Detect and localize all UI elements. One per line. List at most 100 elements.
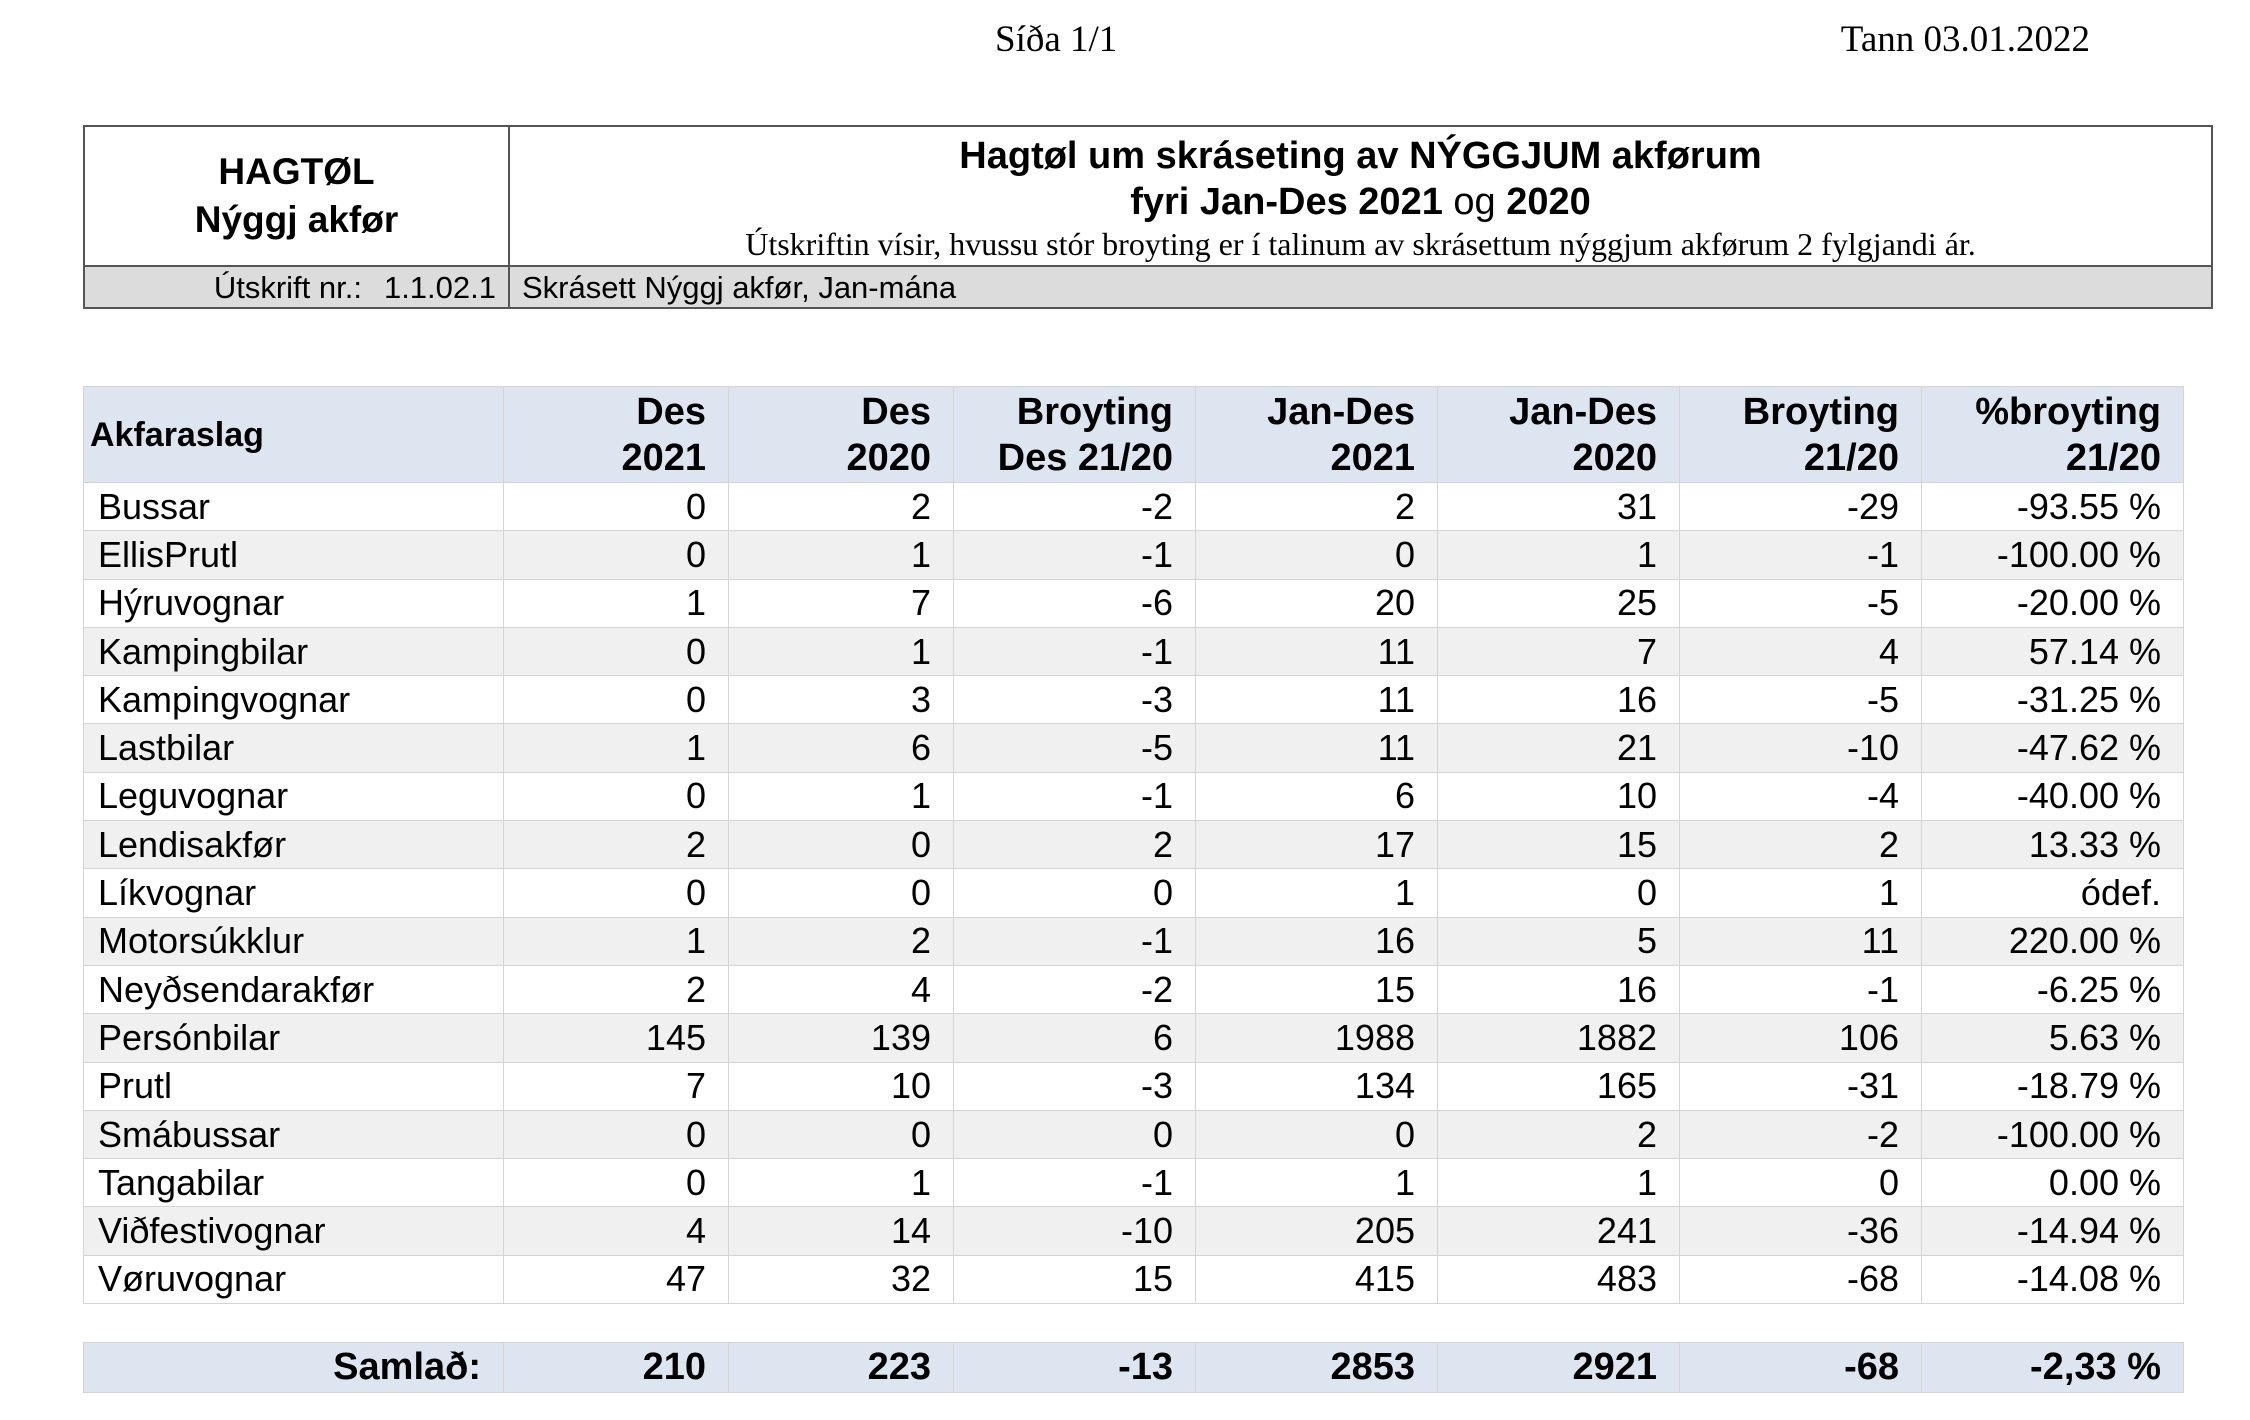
value-cell: 31 bbox=[1437, 481, 1680, 532]
value-cell: -100.00 % bbox=[1921, 530, 2184, 580]
value-cell: 1 bbox=[1679, 868, 1922, 918]
table-body: Bussar 0 2 -2 2 31 -29 -93.55 % EllisPrutl 0 1 -1 0 1… bbox=[83, 481, 2184, 1305]
vehicle-type-cell: Tangabilar bbox=[83, 1158, 504, 1208]
value-cell: 16 bbox=[1195, 916, 1438, 966]
value-cell: 2 bbox=[503, 820, 729, 870]
value-cell: 0 bbox=[1437, 868, 1680, 918]
value-cell: -14.08 % bbox=[1921, 1254, 2184, 1305]
column-header-line1: Broyting bbox=[1016, 390, 1173, 433]
value-cell: 1 bbox=[728, 626, 954, 677]
value-cell: 10 bbox=[728, 1061, 954, 1111]
value-cell: 0 bbox=[503, 1158, 729, 1208]
value-cell: -100.00 % bbox=[1921, 1109, 2184, 1160]
total-value: -68 bbox=[1679, 1342, 1922, 1393]
value-cell: 11 bbox=[1195, 675, 1438, 725]
value-cell: -1 bbox=[953, 626, 1196, 677]
report-header: HAGTØL Nýggj akfør Hagtøl um skráseting … bbox=[83, 125, 2213, 309]
table-row: Motorsúkklur 1 2 -1 16 5 11 220.00 % bbox=[83, 916, 2184, 966]
value-cell: 7 bbox=[728, 578, 954, 628]
total-label: Samlað: bbox=[83, 1342, 504, 1393]
value-cell: 0 bbox=[503, 868, 729, 918]
value-cell: 1 bbox=[728, 771, 954, 822]
column-header-line2: 21/20 bbox=[2065, 436, 2161, 479]
total-value: -2,33 % bbox=[1921, 1342, 2184, 1393]
value-cell: 165 bbox=[1437, 1061, 1680, 1111]
table-row: Smábussar 0 0 0 0 2 -2 -100.00 % bbox=[83, 1109, 2184, 1160]
report-title-line1: Hagtøl um skráseting av NÝGGJUM akførum bbox=[959, 135, 1762, 177]
value-cell: -1 bbox=[1679, 964, 1922, 1015]
value-cell: ódef. bbox=[1921, 868, 2184, 918]
value-cell: 6 bbox=[953, 1013, 1196, 1063]
table-row: Leguvognar 0 1 -1 6 10 -4 -40.00 % bbox=[83, 771, 2184, 822]
vehicle-type-cell: Vøruvognar bbox=[83, 1254, 504, 1305]
value-cell: 1 bbox=[728, 1158, 954, 1208]
vehicle-type-cell: EllisPrutl bbox=[83, 530, 504, 580]
value-cell: 0 bbox=[728, 1109, 954, 1160]
value-cell: -40.00 % bbox=[1921, 771, 2184, 822]
value-cell: -10 bbox=[1679, 723, 1922, 773]
value-cell: -36 bbox=[1679, 1206, 1922, 1256]
vehicle-type-cell: Smábussar bbox=[83, 1109, 504, 1160]
value-cell: -1 bbox=[953, 1158, 1196, 1208]
value-cell: -6 bbox=[953, 578, 1196, 628]
value-cell: 16 bbox=[1437, 964, 1680, 1015]
value-cell: 13.33 % bbox=[1921, 820, 2184, 870]
value-cell: 2 bbox=[1437, 1109, 1680, 1160]
value-cell: 47 bbox=[503, 1254, 729, 1305]
value-cell: -29 bbox=[1679, 481, 1922, 532]
value-cell: 25 bbox=[1437, 578, 1680, 628]
value-cell: 1 bbox=[503, 723, 729, 773]
vehicle-registration-table: Akfaraslag Des 2021 Des 2020 Broyting Des 21/2… bbox=[83, 386, 2184, 1305]
value-cell: -5 bbox=[953, 723, 1196, 773]
value-cell: 10 bbox=[1437, 771, 1680, 822]
report-title-block: Hagtøl um skráseting av NÝGGJUM akførum … bbox=[510, 127, 2211, 265]
value-cell: 0 bbox=[953, 1109, 1196, 1160]
value-cell: 14 bbox=[728, 1206, 954, 1256]
report-description: Útskriftin vísir, hvussu stór broyting e… bbox=[745, 226, 1976, 262]
column-header-line1: Des bbox=[861, 390, 931, 433]
table-row: Viðfestivognar 4 14 -10 205 241 -36 -14.94 % bbox=[83, 1206, 2184, 1256]
table-row: Persónbilar 145 139 6 1988 1882 106 5.63 % bbox=[83, 1013, 2184, 1063]
vehicle-type-cell: Leguvognar bbox=[83, 771, 504, 822]
value-cell: 0 bbox=[503, 530, 729, 580]
column-header-line2: 2021 bbox=[1330, 436, 1415, 479]
value-cell: -4 bbox=[1679, 771, 1922, 822]
value-cell: -31.25 % bbox=[1921, 675, 2184, 725]
value-cell: 483 bbox=[1437, 1254, 1680, 1305]
column-header: %broyting 21/20 bbox=[1921, 386, 2184, 483]
value-cell: 415 bbox=[1195, 1254, 1438, 1305]
value-cell: 2 bbox=[728, 481, 954, 532]
table-row: Tangabilar 0 1 -1 1 1 0 0.00 % bbox=[83, 1158, 2184, 1208]
table-row: Líkvognar 0 0 0 1 0 1 ódef. bbox=[83, 868, 2184, 918]
print-date: Tann 03.01.2022 bbox=[1840, 19, 2090, 60]
value-cell: 4 bbox=[728, 964, 954, 1015]
value-cell: 0 bbox=[728, 868, 954, 918]
column-header-line1: Broyting bbox=[1742, 390, 1899, 433]
value-cell: 106 bbox=[1679, 1013, 1922, 1063]
page-number: Síða 1/1 bbox=[995, 19, 1118, 60]
column-header-line2: 2020 bbox=[1572, 436, 1657, 479]
vehicle-type-cell: Hýruvognar bbox=[83, 578, 504, 628]
column-header: Des 2021 bbox=[503, 386, 729, 483]
vehicle-type-cell: Lendisakfør bbox=[83, 820, 504, 870]
value-cell: 4 bbox=[1679, 626, 1922, 677]
value-cell: -14.94 % bbox=[1921, 1206, 2184, 1256]
value-cell: 5 bbox=[1437, 916, 1680, 966]
table-row: Lendisakfør 2 0 2 17 15 2 13.33 % bbox=[83, 820, 2184, 870]
value-cell: -5 bbox=[1679, 675, 1922, 725]
value-cell: 1 bbox=[503, 578, 729, 628]
vehicle-type-cell: Prutl bbox=[83, 1061, 504, 1111]
value-cell: 0 bbox=[1195, 530, 1438, 580]
column-header: Broyting 21/20 bbox=[1679, 386, 1922, 483]
column-header: Broyting Des 21/20 bbox=[953, 386, 1196, 483]
value-cell: 0 bbox=[728, 820, 954, 870]
value-cell: -10 bbox=[953, 1206, 1196, 1256]
value-cell: 6 bbox=[728, 723, 954, 773]
value-cell: 21 bbox=[1437, 723, 1680, 773]
value-cell: -3 bbox=[953, 1061, 1196, 1111]
value-cell: 15 bbox=[953, 1254, 1196, 1305]
value-cell: 2 bbox=[728, 916, 954, 966]
table-row: Kampingvognar 0 3 -3 11 16 -5 -31.25 % bbox=[83, 675, 2184, 725]
value-cell: 2 bbox=[1679, 820, 1922, 870]
vehicle-type-cell: Neyðsendarakfør bbox=[83, 964, 504, 1015]
